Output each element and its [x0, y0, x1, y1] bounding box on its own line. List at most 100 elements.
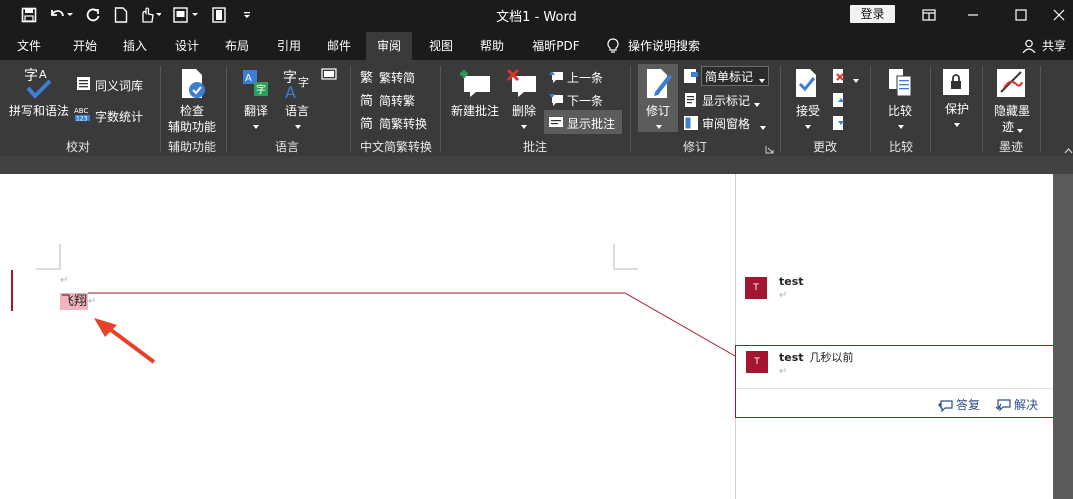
traditional-to-simplified-icon[interactable]: 繁: [360, 69, 376, 88]
delete-button[interactable]: 删除: [512, 102, 536, 119]
show-markup-icon[interactable]: [683, 92, 699, 111]
language-icon[interactable]: 字A字: [283, 68, 313, 103]
protect-icon[interactable]: [942, 68, 970, 99]
dropdown-arrow-icon[interactable]: [294, 119, 302, 133]
tab-foxit-pdf[interactable]: 福昕PDF: [526, 32, 586, 60]
language-options-icon[interactable]: [321, 68, 337, 83]
minimize-icon[interactable]: [958, 4, 988, 26]
tab-home[interactable]: 开始: [64, 32, 106, 60]
accept-button[interactable]: 接受: [796, 102, 820, 119]
accessibility-check-icon[interactable]: [180, 68, 208, 103]
compare-button[interactable]: 比较: [888, 102, 912, 119]
avatar: T: [746, 351, 768, 373]
tab-file[interactable]: 文件: [8, 32, 50, 60]
dropdown-arrow-icon[interactable]: [852, 73, 860, 87]
reviewing-pane-icon[interactable]: [683, 115, 699, 134]
chinese-conversion-button[interactable]: 简繁转换: [379, 115, 427, 132]
display-for-review-icon: [683, 68, 699, 87]
svg-text:123: 123: [76, 116, 88, 123]
login-button[interactable]: 登录: [850, 5, 895, 23]
new-comment-icon[interactable]: [458, 68, 492, 101]
resolve-button[interactable]: 解决: [995, 396, 1038, 413]
dropdown-arrow-icon[interactable]: [804, 119, 812, 133]
comment-connector-line: [88, 292, 736, 357]
svg-text:A: A: [285, 83, 296, 100]
spelling-grammar-button[interactable]: 拼写和语法: [9, 102, 69, 119]
previous-change-icon[interactable]: [832, 92, 846, 111]
delete-comment-icon[interactable]: [506, 68, 538, 101]
tab-review[interactable]: 审阅: [366, 32, 412, 60]
next-comment-button[interactable]: 下一条: [567, 92, 603, 109]
annotation-arrow-shaft: [105, 325, 156, 364]
simple-markup-value: 简单标记: [705, 70, 754, 84]
dropdown-arrow-icon[interactable]: [655, 119, 663, 133]
svg-text:简: 简: [360, 116, 373, 131]
close-icon[interactable]: [1044, 4, 1073, 26]
simplified-to-traditional-button[interactable]: 简转繁: [379, 92, 415, 109]
tab-design[interactable]: 设计: [166, 32, 208, 60]
show-markup-button[interactable]: 显示标记: [702, 92, 750, 109]
protect-button[interactable]: 保护: [945, 100, 969, 117]
spelling-grammar-icon[interactable]: 字A: [22, 66, 54, 103]
previous-comment-icon[interactable]: [548, 69, 564, 86]
separator: [1040, 66, 1041, 152]
resolve-icon: [995, 398, 1011, 411]
thesaurus-button[interactable]: 同义词库: [95, 77, 143, 94]
left-margin-mark: [36, 244, 61, 270]
compare-icon[interactable]: [888, 68, 914, 101]
group-label-chinese: 中文简繁转换: [359, 140, 432, 154]
resolve-label: 解决: [1014, 398, 1039, 412]
dialog-launcher-icon[interactable]: [765, 143, 774, 157]
commented-text[interactable]: 飞翔: [60, 293, 89, 310]
hide-ink-label-1[interactable]: 隐藏墨: [994, 102, 1030, 119]
track-changes-icon: [645, 68, 673, 103]
dropdown-arrow-icon[interactable]: [953, 117, 961, 131]
translate-icon[interactable]: A字: [242, 68, 272, 103]
word-count-icon[interactable]: ABC 123: [74, 106, 92, 125]
svg-text:A: A: [245, 73, 252, 84]
accessibility-label[interactable]: 辅助功能: [168, 118, 216, 135]
tab-mailings[interactable]: 邮件: [318, 32, 360, 60]
tab-insert[interactable]: 插入: [114, 32, 156, 60]
thesaurus-icon[interactable]: [76, 76, 91, 94]
tell-me-search[interactable]: 操作说明搜索: [628, 32, 712, 60]
separator: [440, 66, 441, 152]
translate-button[interactable]: 翻译: [244, 102, 268, 119]
chevron-down-icon[interactable]: [753, 97, 761, 111]
ribbon-display-options-icon[interactable]: [914, 4, 944, 26]
simplified-to-traditional-icon[interactable]: 简: [360, 92, 376, 111]
next-change-icon[interactable]: [832, 115, 846, 134]
check-label[interactable]: 检查: [180, 102, 204, 119]
chinese-conversion-icon[interactable]: 简: [360, 115, 376, 134]
language-button[interactable]: 语言: [285, 102, 309, 119]
hide-ink-icon[interactable]: [996, 68, 1026, 101]
dropdown-arrow-icon[interactable]: [252, 119, 260, 133]
tab-references[interactable]: 引用: [268, 32, 310, 60]
accept-icon[interactable]: [794, 68, 820, 101]
separator: [160, 66, 161, 152]
hide-ink-label-2[interactable]: 迹: [1002, 118, 1014, 135]
ribbon-bottom-border: [0, 156, 1073, 174]
previous-comment-button[interactable]: 上一条: [567, 69, 603, 86]
group-label-comments: 批注: [522, 140, 547, 154]
reply-button[interactable]: 答复: [937, 396, 980, 413]
next-comment-icon[interactable]: [548, 92, 564, 109]
chevron-down-icon[interactable]: [759, 120, 767, 134]
reject-icon[interactable]: [832, 68, 846, 87]
share-button[interactable]: 共享: [1038, 32, 1070, 60]
new-comment-button[interactable]: 新建批注: [451, 102, 499, 119]
dropdown-arrow-icon[interactable]: [897, 119, 905, 133]
dropdown-arrow-icon[interactable]: [1016, 123, 1024, 137]
comment-header: test 几秒以前: [779, 349, 854, 365]
word-count-button[interactable]: 字数统计: [95, 108, 143, 125]
tab-help[interactable]: 帮助: [471, 32, 513, 60]
reviewing-pane-button[interactable]: 审阅窗格: [702, 115, 750, 132]
group-label-changes: 更改: [812, 140, 837, 154]
tab-layout[interactable]: 布局: [216, 32, 258, 60]
tab-view[interactable]: 视图: [420, 32, 462, 60]
svg-text:字: 字: [256, 83, 266, 96]
maximize-icon[interactable]: [1006, 4, 1036, 26]
traditional-to-simplified-button[interactable]: 繁转简: [379, 69, 415, 86]
dropdown-arrow-icon[interactable]: [520, 119, 528, 133]
paragraph-mark: ↵: [779, 290, 788, 301]
